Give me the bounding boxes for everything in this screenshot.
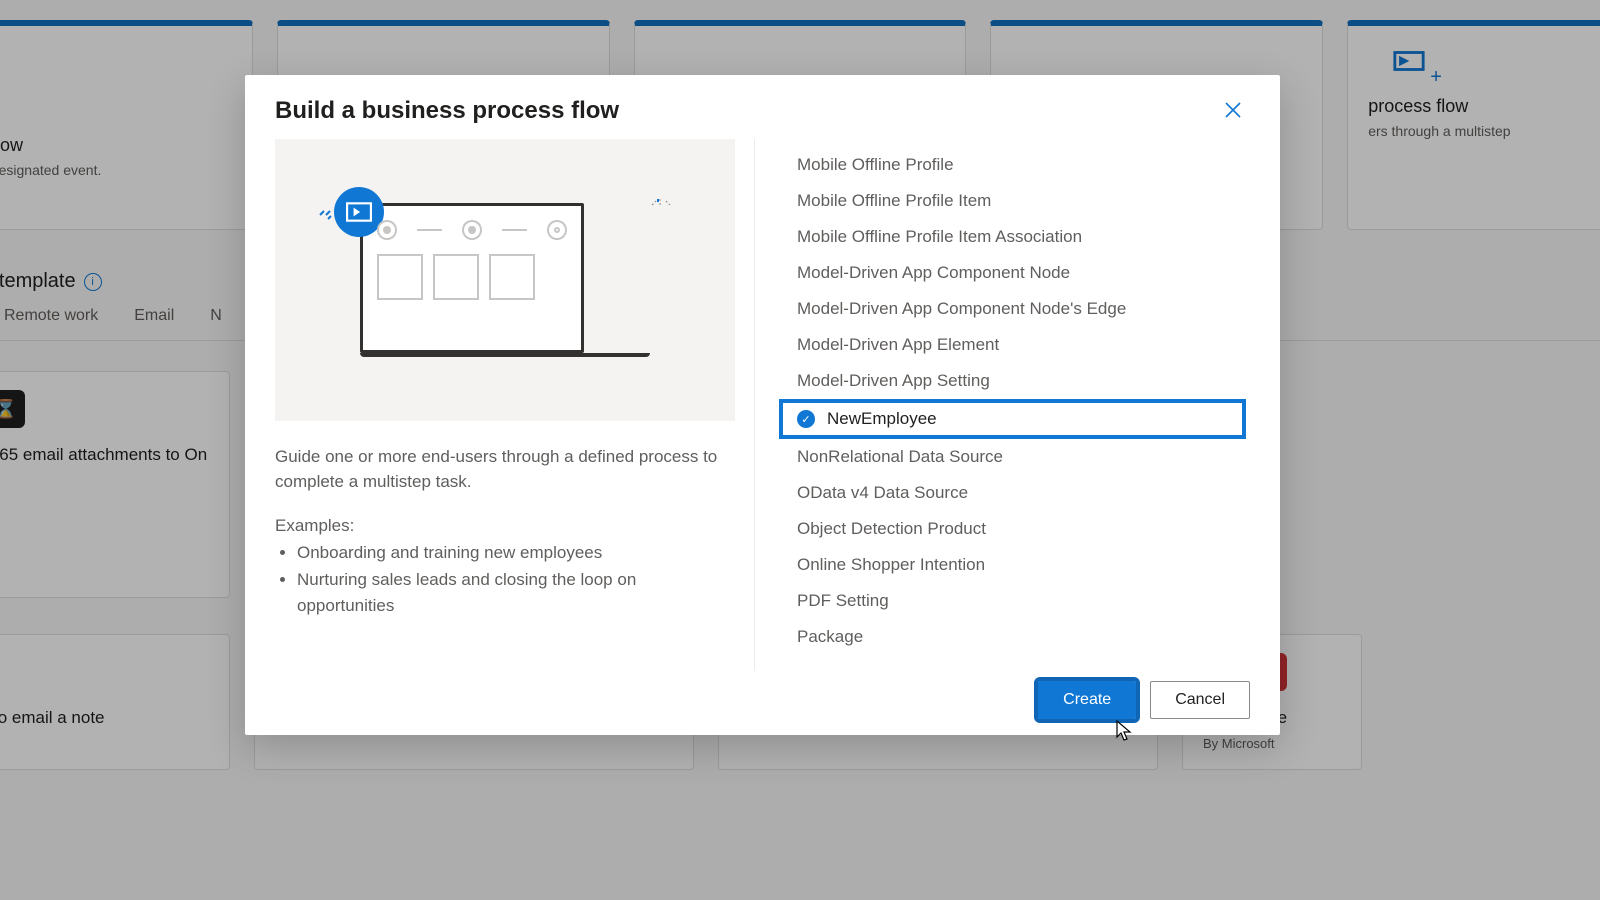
create-button[interactable]: Create xyxy=(1038,681,1136,719)
entity-list-item[interactable]: Model-Driven App Component Node xyxy=(779,255,1246,291)
example-item: Onboarding and training new employees xyxy=(297,540,724,566)
entity-list-item[interactable]: PDF Setting xyxy=(779,583,1246,619)
entity-list-item[interactable]: Mobile Offline Profile Item xyxy=(779,183,1246,219)
entity-label: Mobile Offline Profile xyxy=(797,155,954,175)
entity-label: Online Shopper Intention xyxy=(797,555,985,575)
examples-list: Onboarding and training new employees Nu… xyxy=(275,540,724,619)
entity-label: Mobile Offline Profile Item Association xyxy=(797,227,1082,247)
entity-label: Object Detection Product xyxy=(797,519,986,539)
dialog-title: Build a business process flow xyxy=(275,97,619,125)
dialog-illustration xyxy=(275,139,735,421)
entity-label: Model-Driven App Setting xyxy=(797,371,990,391)
close-icon xyxy=(1224,101,1242,119)
entity-list-item[interactable]: NonRelational Data Source xyxy=(779,439,1246,475)
entity-label: Model-Driven App Component Node's Edge xyxy=(797,299,1126,319)
entity-list-item[interactable]: Model-Driven App Component Node's Edge xyxy=(779,291,1246,327)
dialog-description: Guide one or more end-users through a de… xyxy=(275,445,724,494)
entity-list-item[interactable]: Mobile Offline Profile Item Association xyxy=(779,219,1246,255)
entity-label: Model-Driven App Element xyxy=(797,335,999,355)
entity-list-item[interactable]: Package xyxy=(779,619,1246,655)
entity-list-item[interactable]: OData v4 Data Source xyxy=(779,475,1246,511)
entity-list-item[interactable]: Model-Driven App Element xyxy=(779,327,1246,363)
close-button[interactable] xyxy=(1216,97,1250,129)
examples-heading: Examples: xyxy=(275,516,724,536)
entity-label: Model-Driven App Component Node xyxy=(797,263,1070,283)
entity-label: Mobile Offline Profile Item xyxy=(797,191,991,211)
entity-list[interactable]: Mobile Offline Profile Mobile Offline Pro… xyxy=(779,147,1270,657)
entity-label: Package xyxy=(797,627,863,647)
cancel-button[interactable]: Cancel xyxy=(1150,681,1250,719)
entity-list-item[interactable]: Model-Driven App Setting xyxy=(779,363,1246,399)
dialog-left-pane: Guide one or more end-users through a de… xyxy=(275,139,755,671)
build-flow-dialog: Build a business process flow xyxy=(245,75,1280,735)
entity-label: PDF Setting xyxy=(797,591,889,611)
entity-list-item[interactable]: Online Shopper Intention xyxy=(779,547,1246,583)
entity-label: OData v4 Data Source xyxy=(797,483,968,503)
entity-label: NonRelational Data Source xyxy=(797,447,1003,467)
entity-label: NewEmployee xyxy=(827,409,937,429)
dialog-right-pane: Mobile Offline Profile Mobile Offline Pro… xyxy=(755,139,1280,671)
check-icon: ✓ xyxy=(797,410,815,428)
entity-list-item[interactable]: Mobile Offline Profile xyxy=(779,147,1246,183)
entity-list-item[interactable]: ✓ NewEmployee xyxy=(779,399,1246,439)
example-item: Nurturing sales leads and closing the lo… xyxy=(297,567,724,620)
entity-list-item[interactable]: Object Detection Product xyxy=(779,511,1246,547)
